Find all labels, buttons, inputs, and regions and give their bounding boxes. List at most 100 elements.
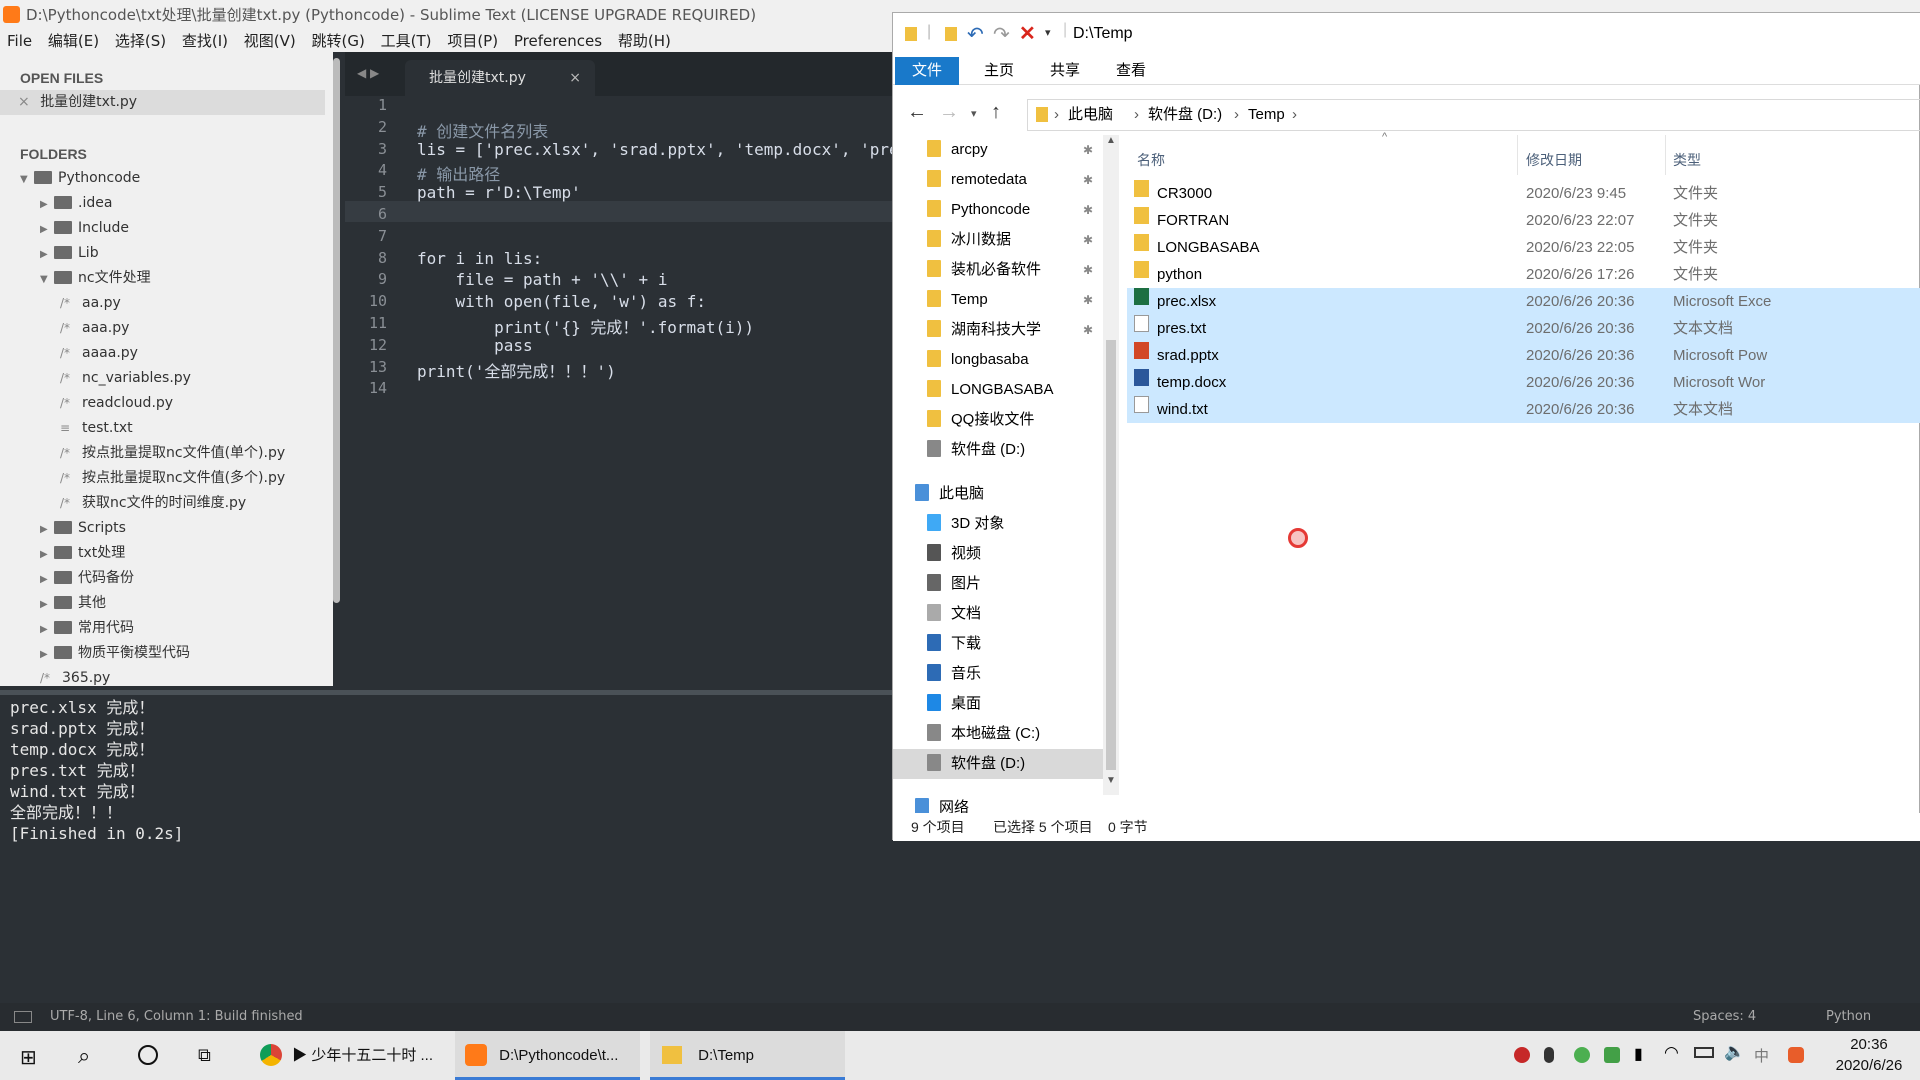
input-method-icon[interactable] — [1788, 1047, 1804, 1063]
code-line[interactable]: lis = ['prec.xlsx', 'srad.pptx', 'temp.d… — [417, 140, 908, 159]
wifi-icon[interactable]: ◠ — [1664, 1043, 1679, 1063]
pin-icon[interactable]: ✱ — [1083, 173, 1093, 187]
pin-icon[interactable]: ✱ — [1083, 143, 1093, 157]
tree-item[interactable]: ▶ 代码备份 — [40, 566, 134, 591]
up-icon[interactable]: ↑ — [991, 101, 1001, 124]
tree-item[interactable]: ▶ 常用代码 — [40, 616, 134, 641]
breadcrumb-temp[interactable]: Temp — [1248, 100, 1285, 130]
chevron-right-icon[interactable]: › — [1054, 100, 1059, 130]
tree-item[interactable]: ▶ Include — [40, 216, 129, 241]
chevron-down-icon[interactable]: ▼ — [40, 267, 54, 292]
file-row[interactable]: wind.txt 2020/6/26 20:36 文本文档 — [1127, 396, 1920, 423]
column-header-date[interactable]: 修改日期 — [1526, 150, 1582, 170]
tree-item[interactable]: ▶ Scripts — [40, 516, 126, 541]
tree-item[interactable]: ▶ Lib — [40, 241, 99, 266]
nav-item[interactable]: 下载 — [927, 629, 981, 659]
recent-locations-icon[interactable]: ▾ — [971, 107, 977, 120]
ribbon-tab-view[interactable]: 查看 — [1103, 57, 1159, 85]
file-row[interactable]: CR3000 2020/6/23 9:45 文件夹 — [1127, 180, 1920, 207]
shield-icon[interactable] — [1604, 1047, 1620, 1063]
nav-item[interactable]: 此电脑 — [915, 479, 984, 509]
tab-nav-arrows-icon[interactable]: ◀ ▶ — [357, 66, 379, 80]
chevron-right-icon[interactable]: ▶ — [40, 567, 54, 592]
code-line[interactable]: print('{} 完成！'.format(i)) — [417, 314, 754, 338]
nav-item[interactable]: 装机必备软件 — [927, 255, 1041, 285]
menu-help[interactable]: 帮助(H) — [614, 30, 675, 52]
tree-item[interactable]: ▶ .idea — [40, 191, 112, 216]
chevron-right-icon[interactable]: ▶ — [40, 517, 54, 542]
taskbar-item-sublime[interactable]: D:\Pythoncode\t... — [455, 1031, 640, 1080]
ribbon-tab-file[interactable]: 文件 — [895, 57, 959, 85]
windows-start-icon[interactable]: ⊞ — [20, 1045, 37, 1070]
tree-item[interactable]: ▶ 其他 — [40, 591, 106, 616]
tree-item[interactable]: ▼ Pythoncode — [20, 166, 140, 191]
tab-close-icon[interactable]: × — [569, 60, 581, 96]
nav-item[interactable]: Pythoncode — [927, 195, 1030, 225]
code-line[interactable]: # 创建文件名列表 — [417, 118, 548, 142]
menu-view[interactable]: 视图(V) — [240, 30, 300, 52]
chevron-right-icon[interactable]: ▶ — [40, 242, 54, 267]
code-editor[interactable]: 1 2 3 4 5 6 7 8 9 10 11 12 13 14 # 创建文件名列表 lis = ['pre… — [345, 96, 908, 686]
quick-access-dropdown-icon[interactable]: ▾ — [1045, 26, 1051, 39]
tree-item[interactable]: /* 获取nc文件的时间维度.py — [60, 491, 246, 516]
ribbon-tab-share[interactable]: 共享 — [1037, 57, 1093, 85]
redo-icon[interactable]: ↷ — [993, 22, 1010, 47]
ribbon-tab-home[interactable]: 主页 — [971, 57, 1027, 85]
code-line[interactable]: pass — [417, 336, 533, 355]
forward-icon[interactable]: → — [939, 101, 959, 124]
tree-item[interactable]: ▼ nc文件处理 — [40, 266, 151, 291]
code-line[interactable]: path = r'D:\Temp' — [417, 183, 581, 202]
volume-icon[interactable]: 🔈 — [1724, 1042, 1745, 1062]
menu-edit[interactable]: 编辑(E) — [44, 30, 103, 52]
menu-project[interactable]: 项目(P) — [443, 30, 502, 52]
menu-find[interactable]: 查找(I) — [178, 30, 232, 52]
open-file-item[interactable]: × 批量创建txt.py — [0, 90, 325, 115]
nav-scroll-thumb[interactable] — [1106, 340, 1116, 770]
task-view-icon[interactable]: ⧉ — [198, 1045, 211, 1066]
back-icon[interactable]: ← — [907, 101, 927, 124]
chevron-down-icon[interactable]: ▼ — [20, 167, 34, 192]
tree-item[interactable]: /* 365.py — [40, 666, 110, 691]
sidebar-scrollbar[interactable] — [333, 58, 340, 603]
pin-icon[interactable]: ✱ — [1083, 323, 1093, 337]
nav-item[interactable]: 文档 — [927, 599, 981, 629]
chevron-right-icon[interactable]: › — [1292, 100, 1297, 130]
tree-item[interactable]: ▶ 物质平衡模型代码 — [40, 641, 190, 666]
chevron-right-icon[interactable]: ▶ — [40, 642, 54, 667]
console-toggle-icon[interactable] — [14, 1011, 32, 1023]
status-spaces[interactable]: Spaces: 4 — [1693, 1003, 1756, 1031]
breadcrumb-this-pc[interactable]: 此电脑 — [1068, 100, 1113, 130]
code-line[interactable]: # 输出路径 — [417, 161, 500, 185]
file-row[interactable]: prec.xlsx 2020/6/26 20:36 Microsoft Exce — [1127, 288, 1920, 315]
nav-item[interactable]: 3D 对象 — [927, 509, 1004, 539]
pin-icon[interactable]: ✱ — [1083, 233, 1093, 247]
nav-item[interactable]: 冰川数据 — [927, 225, 1011, 255]
ime-indicator[interactable]: 中 — [1754, 1045, 1769, 1066]
nav-item[interactable]: LONGBASABA — [927, 375, 1054, 405]
nav-item[interactable]: Temp — [927, 285, 988, 315]
column-divider[interactable] — [1517, 135, 1518, 175]
breadcrumb-drive-d[interactable]: 软件盘 (D:) — [1148, 100, 1222, 130]
address-bar[interactable]: › 此电脑 › 软件盘 (D:) › Temp › — [1027, 99, 1920, 131]
nav-item[interactable]: 视频 — [927, 539, 981, 569]
cortana-icon[interactable] — [138, 1045, 158, 1065]
nav-item[interactable]: 图片 — [927, 569, 981, 599]
properties-icon[interactable] — [945, 27, 957, 41]
tree-item[interactable]: /* aa.py — [60, 291, 121, 316]
file-row[interactable]: temp.docx 2020/6/26 20:36 Microsoft Wor — [1127, 369, 1920, 396]
code-line[interactable]: for i in lis: — [417, 249, 542, 268]
battery-icon[interactable] — [1694, 1047, 1714, 1058]
menu-tools[interactable]: 工具(T) — [377, 30, 436, 52]
sync-icon[interactable] — [1574, 1047, 1590, 1063]
file-row[interactable]: LONGBASABA 2020/6/23 22:05 文件夹 — [1127, 234, 1920, 261]
code-line[interactable]: file = path + '\\' + i — [417, 270, 668, 289]
file-row[interactable]: FORTRAN 2020/6/23 22:07 文件夹 — [1127, 207, 1920, 234]
chevron-right-icon[interactable]: ▶ — [40, 592, 54, 617]
microphone-icon[interactable] — [1544, 1047, 1554, 1063]
taskbar-item-explorer[interactable]: D:\Temp — [650, 1031, 845, 1080]
code-line[interactable]: print('全部完成！！！') — [417, 358, 616, 382]
status-syntax[interactable]: Python — [1826, 1003, 1871, 1031]
menu-file[interactable]: File — [3, 30, 36, 52]
nav-item[interactable]: 湖南科技大学 — [927, 315, 1041, 345]
tree-item[interactable]: /* 按点批量提取nc文件值(单个).py — [60, 441, 285, 466]
